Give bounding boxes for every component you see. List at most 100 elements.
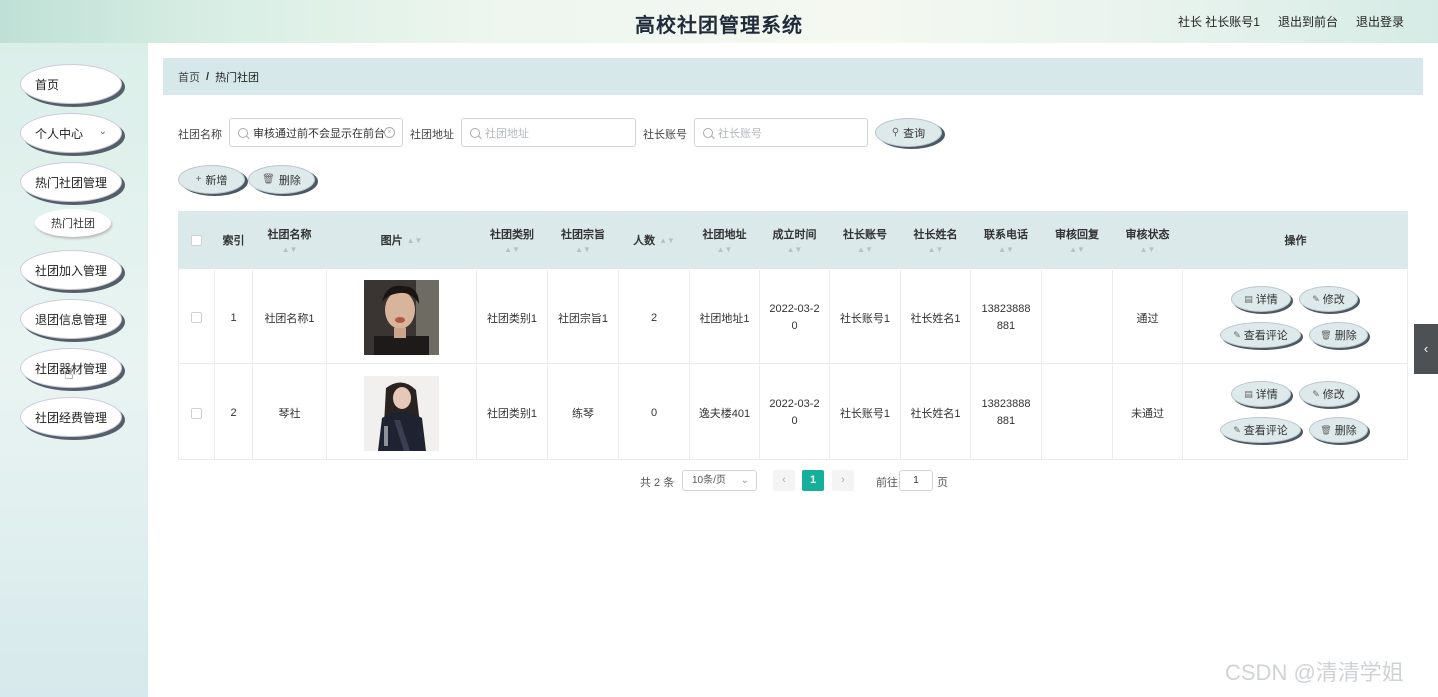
- sidebar-item-label: 社团加入管理: [35, 263, 108, 278]
- row-checkbox[interactable]: [190, 312, 202, 323]
- sort-icon[interactable]: ▲▼: [928, 245, 944, 254]
- header-label: 索引: [222, 235, 245, 247]
- page-size-select[interactable]: 10条/页 ⌄: [682, 470, 757, 491]
- goto-page-input[interactable]: 1: [899, 470, 933, 491]
- header-label: 人数: [633, 235, 656, 247]
- sidebar-item-quit-management[interactable]: 退团信息管理: [20, 299, 122, 339]
- header-account[interactable]: 社长账号 ▲▼: [830, 211, 901, 269]
- sort-icon[interactable]: ▲▼: [659, 236, 675, 245]
- header-club-name[interactable]: 社团名称 ▲▼: [253, 211, 327, 269]
- sort-icon[interactable]: ▲▼: [717, 245, 733, 254]
- header-label: 社长姓名: [913, 229, 958, 241]
- detail-button[interactable]: ▤ 详情: [1231, 381, 1291, 407]
- sort-icon[interactable]: ▲▼: [787, 245, 803, 254]
- leader-account-input[interactable]: 社长账号: [694, 118, 868, 147]
- cell-category: 社团类别1: [477, 366, 548, 460]
- query-button[interactable]: ⚲ 查询: [875, 118, 942, 147]
- header-date[interactable]: 成立时间 ▲▼: [760, 211, 830, 269]
- sort-icon[interactable]: ▲▼: [1069, 245, 1085, 254]
- header-reply[interactable]: 审核回复 ▲▼: [1042, 211, 1113, 269]
- header-category[interactable]: 社团类别 ▲▼: [477, 211, 548, 269]
- edit-button[interactable]: ✎ 修改: [1299, 381, 1358, 407]
- clear-icon[interactable]: ×: [384, 127, 395, 138]
- header-count[interactable]: 人数 ▲▼: [619, 211, 690, 269]
- sidebar-item-hot-clubs[interactable]: 热门社团管理: [20, 162, 122, 202]
- next-page-button[interactable]: ›: [832, 470, 854, 491]
- row-delete-label: 删除: [1334, 425, 1357, 437]
- header-label: 社团名称: [267, 229, 312, 241]
- sidebar-item-funds-management[interactable]: 社团经费管理: [20, 397, 122, 437]
- row-delete-button[interactable]: 🗑 删除: [1309, 417, 1368, 443]
- view-comments-label: 查看评论: [1243, 425, 1288, 437]
- sidebar-item-label: 退团信息管理: [35, 312, 108, 327]
- phone-line: 13823888: [981, 398, 1031, 410]
- sidebar-item-home[interactable]: 首页: [20, 64, 122, 104]
- row-delete-button[interactable]: 🗑 删除: [1309, 322, 1368, 348]
- page-number-button[interactable]: 1: [802, 470, 824, 491]
- cell-count: 0: [619, 366, 690, 460]
- sidebar-item-personal-center[interactable]: 个人中心 ⌄: [20, 113, 122, 153]
- sidebar-item-label: 个人中心: [35, 126, 84, 141]
- header-status[interactable]: 审核状态 ▲▼: [1113, 211, 1183, 269]
- cell-address: 逸夫楼401: [690, 366, 760, 460]
- row-select-cell: [178, 366, 215, 460]
- leader-account-label: 社长账号: [643, 129, 687, 141]
- cell-address: 社团地址1: [690, 270, 760, 365]
- header-label: 操作: [1284, 235, 1307, 247]
- detail-button[interactable]: ▤ 详情: [1231, 286, 1291, 312]
- sort-icon[interactable]: ▲▼: [407, 236, 423, 245]
- cell-account: 社长账号1: [830, 270, 901, 365]
- sort-icon[interactable]: ▲▼: [1140, 245, 1156, 254]
- header-label: 社团宗旨: [561, 229, 605, 241]
- header-purpose[interactable]: 社团宗旨 ▲▼: [548, 211, 619, 269]
- header-image[interactable]: 图片 ▲▼: [327, 211, 477, 269]
- leader-account-placeholder: 社长账号: [718, 127, 762, 140]
- pagination-total: 共 2 条: [640, 477, 675, 489]
- header-links: 社长 社长账号1 退出到前台 退出登录: [1178, 13, 1404, 30]
- row-select-cell: [178, 270, 215, 365]
- header-leader[interactable]: 社长姓名 ▲▼: [901, 211, 971, 269]
- search-icon: [470, 127, 480, 138]
- trash-icon: 🗑: [1320, 424, 1332, 435]
- sort-icon[interactable]: ▲▼: [504, 245, 520, 254]
- club-address-input[interactable]: 社团地址: [461, 118, 636, 147]
- edit-button[interactable]: ✎ 修改: [1299, 286, 1358, 312]
- cell-purpose: 练琴: [548, 366, 619, 460]
- row-checkbox[interactable]: [190, 407, 202, 419]
- prev-page-button[interactable]: ‹: [773, 470, 795, 491]
- add-button[interactable]: + 新增: [178, 165, 245, 194]
- cell-leader: 社长姓名1: [901, 366, 971, 460]
- cell-reply: [1042, 270, 1113, 365]
- collapse-panel-tab[interactable]: ‹: [1414, 324, 1438, 374]
- view-comments-button[interactable]: ✎ 查看评论: [1220, 417, 1301, 443]
- sort-icon[interactable]: ▲▼: [998, 245, 1014, 254]
- club-photo[interactable]: [364, 375, 439, 451]
- logout-link[interactable]: 退出登录: [1356, 13, 1404, 30]
- header-address[interactable]: 社团地址 ▲▼: [690, 211, 760, 269]
- sort-icon[interactable]: ▲▼: [857, 245, 873, 254]
- select-all-checkbox[interactable]: [190, 234, 202, 246]
- back-to-front-link[interactable]: 退出到前台: [1278, 13, 1338, 30]
- cell-image: [327, 366, 477, 460]
- select-all-cell: [178, 211, 215, 269]
- chevron-right-icon: ›: [841, 474, 845, 486]
- mouse-cursor-icon: ☝: [64, 366, 74, 383]
- breadcrumb-home[interactable]: 首页: [178, 69, 200, 85]
- header-label: 社长账号: [843, 229, 887, 241]
- cell-account: 社长账号1: [830, 366, 901, 460]
- sidebar-subitem-hot-clubs[interactable]: 热门社团: [35, 209, 111, 237]
- view-comments-label: 查看评论: [1243, 330, 1288, 342]
- sort-icon[interactable]: ▲▼: [282, 245, 298, 254]
- delete-button[interactable]: 🗑 删除: [248, 165, 315, 194]
- sidebar-item-join-management[interactable]: 社团加入管理: [20, 250, 122, 290]
- club-photo[interactable]: [364, 280, 439, 355]
- chevron-left-icon: ‹: [1423, 341, 1429, 356]
- club-name-input[interactable]: 审核通过前不会显示在前台 ×: [229, 118, 403, 147]
- phone-line: 881: [996, 415, 1016, 427]
- trash-icon: 🗑: [1320, 329, 1332, 340]
- view-comments-button[interactable]: ✎ 查看评论: [1220, 322, 1301, 348]
- header-phone[interactable]: 联系电话 ▲▼: [971, 211, 1042, 269]
- sort-icon[interactable]: ▲▼: [575, 245, 591, 254]
- chevron-left-icon: ‹: [782, 474, 786, 486]
- phone-line: 881: [996, 319, 1016, 332]
